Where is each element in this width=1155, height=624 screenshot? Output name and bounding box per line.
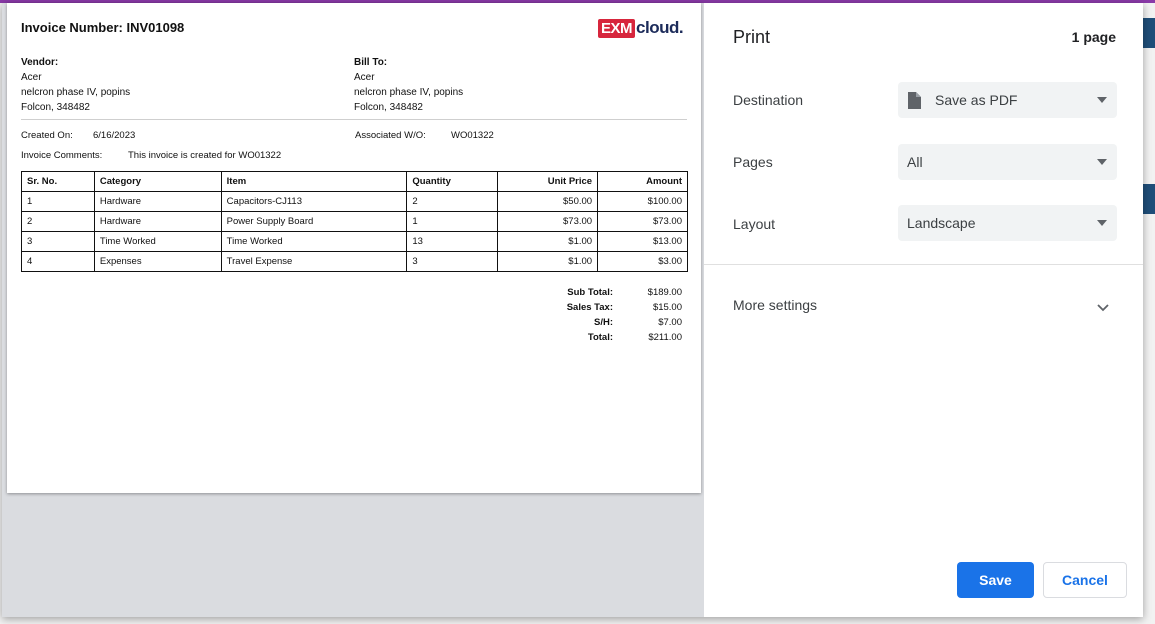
shipping-value: $7.00 xyxy=(658,317,682,328)
table-cell: Hardware xyxy=(93,211,222,232)
pages-label: Pages xyxy=(733,154,773,170)
table-cell: 3 xyxy=(406,251,499,272)
destination-select[interactable]: Save as PDF xyxy=(898,82,1117,118)
column-header: Item xyxy=(220,171,408,192)
save-button[interactable]: Save xyxy=(957,562,1034,598)
expand-chevron-icon[interactable] xyxy=(1097,299,1109,317)
table-row: 4 Expenses Travel Expense 3 $1.00 $3.00 xyxy=(21,251,688,272)
table-cell: $1.00 xyxy=(497,231,599,252)
more-settings-toggle[interactable]: More settings xyxy=(733,297,817,313)
layout-label: Layout xyxy=(733,216,776,232)
pages-select[interactable]: All xyxy=(898,144,1117,180)
vendor-block: Vendor: Acer nelcron phase IV, popins Fo… xyxy=(21,55,130,115)
table-cell: 2 xyxy=(21,211,95,232)
table-cell: $50.00 xyxy=(497,191,599,212)
bill-to-address-line2: Folcon, 348482 xyxy=(354,102,423,113)
table-row: 3 Time Worked Time Worked 13 $1.00 $13.0… xyxy=(21,231,688,252)
column-header: Unit Price xyxy=(497,171,599,192)
vendor-address-line2: Folcon, 348482 xyxy=(21,102,90,113)
created-on-label: Created On: xyxy=(21,130,73,141)
print-title: Print xyxy=(733,27,771,47)
chevron-down-icon xyxy=(1097,159,1107,165)
cancel-button[interactable]: Cancel xyxy=(1043,562,1127,598)
invoice-totals: Sub Total: $189.00 Sales Tax: $15.00 S/H… xyxy=(527,285,682,345)
table-cell: $73.00 xyxy=(497,211,599,232)
subtotal-row: Sub Total: $189.00 xyxy=(527,285,682,300)
subtotal-label: Sub Total: xyxy=(567,287,613,298)
app-edge-button-top[interactable] xyxy=(1143,18,1155,48)
table-cell: 13 xyxy=(406,231,499,252)
app-edge-button-middle[interactable] xyxy=(1143,184,1155,214)
table-header-row: Sr. No. Category Item Quantity Unit Pric… xyxy=(21,171,688,192)
chevron-down-icon xyxy=(1097,97,1107,103)
print-preview-area: Invoice Number: INV01098 EXM cloud. Vend… xyxy=(2,3,704,617)
column-header: Sr. No. xyxy=(21,171,95,192)
document-icon xyxy=(907,91,921,109)
table-cell: $13.00 xyxy=(597,231,688,252)
header-divider xyxy=(21,119,687,120)
print-settings-panel: Print 1 page Destination Save as PDF Pag… xyxy=(704,3,1143,617)
table-row: 2 Hardware Power Supply Board 1 $73.00 $… xyxy=(21,211,688,232)
sales-tax-value: $15.00 xyxy=(652,302,682,313)
table-cell: 1 xyxy=(21,191,95,212)
column-header: Quantity xyxy=(406,171,499,192)
table-cell: $73.00 xyxy=(597,211,688,232)
destination-value: Save as PDF xyxy=(935,92,1018,108)
created-on-value: 6/16/2023 xyxy=(93,130,136,141)
logo-box: EXM xyxy=(598,18,636,38)
layout-value: Landscape xyxy=(907,215,976,231)
invoice-number-title: Invoice Number: INV01098 xyxy=(21,20,185,35)
bill-to-label: Bill To: xyxy=(354,57,388,68)
shipping-label: S/H: xyxy=(594,317,613,328)
table-cell: Time Worked xyxy=(93,231,222,252)
subtotal-value: $189.00 xyxy=(647,287,682,298)
table-cell: 2 xyxy=(406,191,499,212)
chevron-down-icon xyxy=(1097,220,1107,226)
table-cell: 1 xyxy=(406,211,499,232)
print-dialog: Invoice Number: INV01098 EXM cloud. Vend… xyxy=(2,3,1143,617)
invoice-items-table: Sr. No. Category Item Quantity Unit Pric… xyxy=(21,171,688,272)
total-label: Total: xyxy=(587,332,613,343)
shipping-row: S/H: $7.00 xyxy=(527,315,682,330)
logo-text: cloud. xyxy=(636,18,684,37)
pages-value: All xyxy=(907,154,923,170)
associated-wo-value: WO01322 xyxy=(451,130,494,141)
table-cell: Capacitors-CJ113 xyxy=(220,191,408,212)
vendor-address-line1: nelcron phase IV, popins xyxy=(21,87,131,98)
table-cell: Travel Expense xyxy=(220,251,408,272)
table-row: 1 Hardware Capacitors-CJ113 2 $50.00 $10… xyxy=(21,191,688,212)
exm-cloud-logo: EXM cloud. xyxy=(598,17,684,39)
sales-tax-label: Sales Tax: xyxy=(566,302,613,313)
table-cell: $100.00 xyxy=(597,191,688,212)
table-cell: Time Worked xyxy=(220,231,408,252)
bill-to-block: Bill To: Acer nelcron phase IV, popins F… xyxy=(354,55,463,115)
destination-label: Destination xyxy=(733,92,804,108)
vendor-name: Acer xyxy=(21,72,42,83)
invoice-comments-label: Invoice Comments: xyxy=(21,150,103,161)
bill-to-address-line1: nelcron phase IV, popins xyxy=(354,87,464,98)
table-cell: Power Supply Board xyxy=(220,211,408,232)
settings-divider xyxy=(704,264,1143,265)
page-count: 1 page xyxy=(1071,29,1116,45)
bill-to-name: Acer xyxy=(354,72,375,83)
total-row: Total: $211.00 xyxy=(527,330,682,345)
table-cell: 4 xyxy=(21,251,95,272)
total-value: $211.00 xyxy=(648,332,682,343)
table-cell: 3 xyxy=(21,231,95,252)
table-cell: $1.00 xyxy=(497,251,599,272)
table-cell: Hardware xyxy=(93,191,222,212)
column-header: Amount xyxy=(597,171,688,192)
vendor-label: Vendor: xyxy=(21,57,59,68)
invoice-comments-value: This invoice is created for WO01322 xyxy=(128,150,282,161)
column-header: Category xyxy=(93,171,222,192)
layout-select[interactable]: Landscape xyxy=(898,205,1117,241)
table-cell: Expenses xyxy=(93,251,222,272)
preview-page: Invoice Number: INV01098 EXM cloud. Vend… xyxy=(7,3,701,493)
table-cell: $3.00 xyxy=(597,251,688,272)
sales-tax-row: Sales Tax: $15.00 xyxy=(527,300,682,315)
associated-wo-label: Associated W/O: xyxy=(355,130,426,141)
